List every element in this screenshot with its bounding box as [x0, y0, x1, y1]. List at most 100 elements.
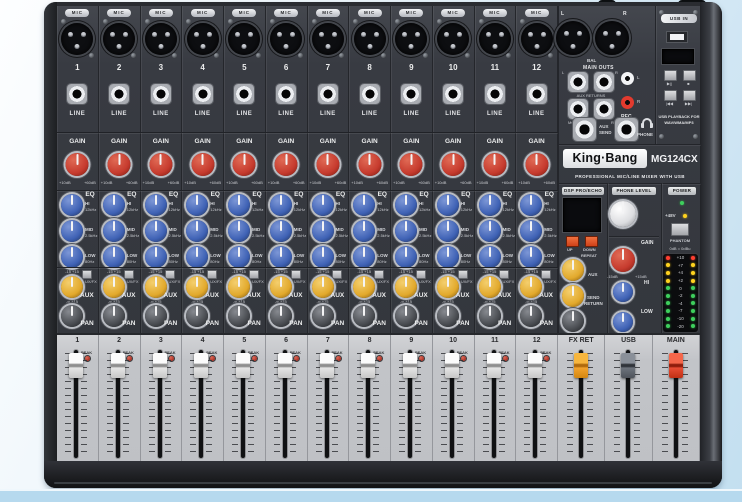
eq-hi-knob[interactable]	[228, 194, 250, 216]
eq-mid-knob[interactable]	[228, 220, 250, 242]
fader-handle[interactable]	[361, 353, 375, 378]
eq-low-knob[interactable]	[270, 246, 292, 268]
fx-aux-knob[interactable]	[562, 259, 584, 281]
gain-label: GAIN	[141, 138, 182, 145]
eq-low-knob[interactable]	[395, 246, 417, 268]
fx-return-label: RETURN	[584, 301, 603, 306]
eq-label: EQ	[294, 191, 303, 198]
eq-hi-knob[interactable]	[520, 194, 542, 216]
eq-mid-knob[interactable]	[186, 220, 208, 242]
dsp-up-label: UP	[567, 247, 573, 252]
aux-fx-switch[interactable]	[458, 270, 468, 279]
dsp-up-button[interactable]	[566, 236, 579, 247]
fx-ret-fader-handle[interactable]	[574, 353, 588, 378]
eq-mid-knob[interactable]	[312, 220, 334, 242]
eq-low-knob[interactable]	[312, 246, 334, 268]
fader-handle[interactable]	[111, 353, 125, 378]
fader-handle[interactable]	[320, 353, 334, 378]
fader-handle[interactable]	[69, 353, 83, 378]
usb-fader-handle[interactable]	[621, 353, 635, 378]
eq-mid-knob[interactable]	[395, 220, 417, 242]
usb-hi-knob[interactable]	[613, 282, 633, 302]
eq-low-knob[interactable]	[520, 246, 542, 268]
eq-low-knob[interactable]	[353, 246, 375, 268]
aux-fx-switch[interactable]	[291, 270, 301, 279]
eq-hi-knob[interactable]	[479, 194, 501, 216]
gain-knob[interactable]	[149, 153, 172, 176]
eq-hi-knob[interactable]	[103, 194, 125, 216]
eq-hi-label: HI	[210, 201, 215, 206]
aux-fx-switch[interactable]	[332, 270, 342, 279]
fader-handle[interactable]	[528, 353, 542, 378]
eq-hi-knob[interactable]	[395, 194, 417, 216]
gain-knob[interactable]	[108, 153, 131, 176]
eq-mid-knob[interactable]	[61, 220, 83, 242]
eq-hi-knob[interactable]	[437, 194, 459, 216]
eq-hi-knob[interactable]	[270, 194, 292, 216]
eq-low-knob[interactable]	[61, 246, 83, 268]
eq-mid-knob[interactable]	[437, 220, 459, 242]
aux-fx-switch[interactable]	[416, 270, 426, 279]
eq-mid-knob[interactable]	[479, 220, 501, 242]
eq-low-knob[interactable]	[186, 246, 208, 268]
gain-knob[interactable]	[358, 153, 381, 176]
dsp-down-button[interactable]	[585, 236, 598, 247]
fader-handle[interactable]	[194, 353, 208, 378]
eq-label: EQ	[336, 191, 345, 198]
fader-handle[interactable]	[445, 353, 459, 378]
eq-mid-knob[interactable]	[353, 220, 375, 242]
gain-knob[interactable]	[442, 153, 465, 176]
gain-knob[interactable]	[191, 153, 214, 176]
meter-row: -2	[663, 292, 698, 300]
chassis-right-edge	[700, 2, 722, 488]
aux-fx-switch[interactable]	[207, 270, 217, 279]
eq-hi-knob[interactable]	[353, 194, 375, 216]
usb-play-button[interactable]	[664, 70, 677, 81]
eq-mid-knob[interactable]	[270, 220, 292, 242]
gain-knob[interactable]	[525, 153, 548, 176]
usb-prev-button[interactable]	[664, 90, 677, 101]
usb-low-knob[interactable]	[613, 312, 633, 332]
fader-handle[interactable]	[278, 353, 292, 378]
fader-handle[interactable]	[236, 353, 250, 378]
gain-knob[interactable]	[66, 153, 89, 176]
fader-handle[interactable]	[153, 353, 167, 378]
fader-handle[interactable]	[487, 353, 501, 378]
aux-fx-switch[interactable]	[124, 270, 134, 279]
eq-hi-knob[interactable]	[312, 194, 334, 216]
usb-next-button[interactable]	[683, 90, 696, 101]
fx-level-knob[interactable]	[562, 310, 584, 332]
aux-return-r-jack	[594, 72, 614, 92]
aux-fx-switch[interactable]	[541, 270, 551, 279]
fader-handle[interactable]	[403, 353, 417, 378]
eq-low-knob[interactable]	[145, 246, 167, 268]
eq-mid-knob[interactable]	[145, 220, 167, 242]
aux-fx-switch[interactable]	[82, 270, 92, 279]
eq-low-knob[interactable]	[479, 246, 501, 268]
gain-knob[interactable]	[275, 153, 298, 176]
eq-low-knob[interactable]	[103, 246, 125, 268]
gain-knob[interactable]	[233, 153, 256, 176]
eq-mid-knob[interactable]	[103, 220, 125, 242]
eq-low-knob[interactable]	[437, 246, 459, 268]
main-fader-handle[interactable]	[669, 353, 683, 378]
aux-fx-switch[interactable]	[165, 270, 175, 279]
eq-low-knob[interactable]	[228, 246, 250, 268]
gain-knob[interactable]	[400, 153, 423, 176]
usb-gain-knob[interactable]	[611, 248, 635, 272]
eq-hi-knob[interactable]	[186, 194, 208, 216]
phone-level-knob[interactable]	[610, 201, 636, 227]
gain-knob[interactable]	[316, 153, 339, 176]
eq-hi-knob[interactable]	[61, 194, 83, 216]
eq-low-freq: 80Hz	[544, 259, 553, 264]
aux-fx-switch[interactable]	[374, 270, 384, 279]
fx-send-knob[interactable]	[562, 285, 584, 307]
eq-label: EQ	[378, 191, 387, 198]
aux-fx-switch[interactable]	[499, 270, 509, 279]
gain-knob[interactable]	[483, 153, 506, 176]
eq-mid-knob[interactable]	[520, 220, 542, 242]
aux-fx-switch[interactable]	[249, 270, 259, 279]
eq-hi-knob[interactable]	[145, 194, 167, 216]
usb-stop-button[interactable]	[683, 70, 696, 81]
phantom-button[interactable]	[671, 223, 689, 236]
